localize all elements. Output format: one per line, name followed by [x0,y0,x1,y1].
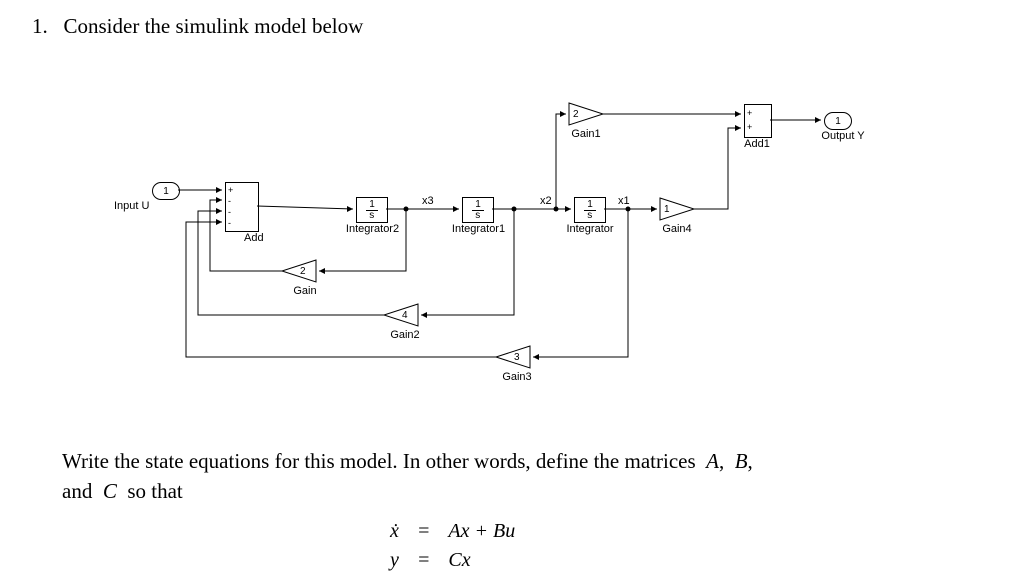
eq2-lhs: y [390,549,399,571]
eq2-rhs: Cx [448,549,470,571]
state-equations: ẋ = Ax + Bu y = Cx [380,516,525,576]
eq-eq1: = [417,520,431,542]
eq-eq2: = [417,549,431,571]
question-text: Write the state equations for this model… [62,446,962,507]
eq1-lhs: ẋ [390,520,399,542]
eq1-rhs: Ax + Bu [448,520,515,542]
